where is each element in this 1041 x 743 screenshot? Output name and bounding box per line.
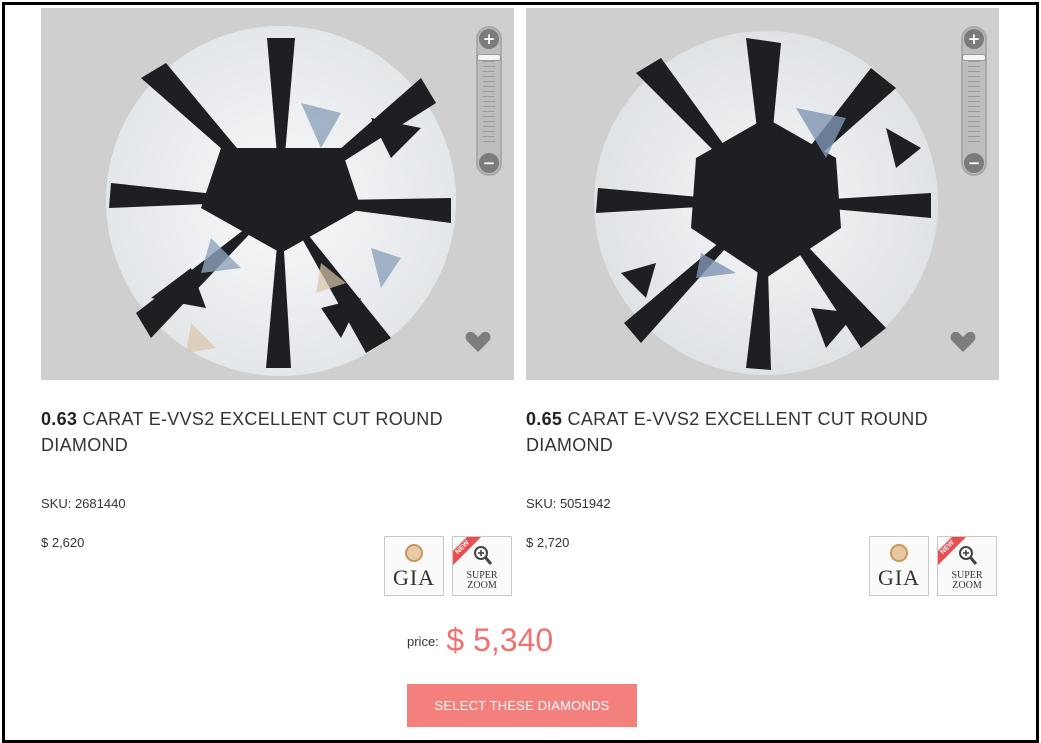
product-title-text: CARAT E-VVS2 EXCELLENT CUT ROUND DIAMOND	[41, 409, 443, 455]
super-zoom-button[interactable]: NEW SUPER ZOOM	[452, 536, 512, 596]
zoom-label: ZOOM	[467, 580, 497, 591]
product-badges-2: GIA NEW SUPER ZOOM	[869, 536, 1001, 598]
zoom-handle[interactable]	[477, 54, 501, 61]
product-carat: 0.65	[526, 409, 563, 429]
zoom-in-button[interactable]: +	[479, 29, 499, 49]
zoom-track[interactable]	[483, 56, 495, 146]
gia-seal-icon	[405, 544, 423, 562]
product-carat: 0.63	[41, 409, 78, 429]
product-title[interactable]: 0.63 CARAT E-VVS2 EXCELLENT CUT ROUND DI…	[41, 406, 514, 458]
zoom-slider[interactable]: + −	[961, 26, 987, 176]
product-badges-1: GIA NEW SUPER ZOOM	[384, 536, 516, 598]
magnifier-plus-icon	[474, 546, 493, 565]
select-diamonds-button[interactable]: SELECT THESE DIAMONDS	[407, 684, 637, 727]
zoom-slider[interactable]: + −	[476, 26, 502, 176]
diamond-image[interactable]: + −	[41, 8, 514, 380]
product-title-text: CARAT E-VVS2 EXCELLENT CUT ROUND DIAMOND	[526, 409, 928, 455]
zoom-out-button[interactable]: −	[964, 153, 984, 173]
product-card-2[interactable]: + − 0.65 CARAT E-VVS2 EXCELLENT CUT ROUN…	[526, 8, 999, 550]
gia-seal-icon	[890, 544, 908, 562]
gia-certificate-button[interactable]: GIA	[869, 536, 929, 596]
total-price-amount: $ 5,340	[446, 622, 554, 658]
gia-certificate-button[interactable]: GIA	[384, 536, 444, 596]
zoom-handle[interactable]	[962, 54, 986, 61]
heart-icon[interactable]	[464, 330, 492, 354]
zoom-label: ZOOM	[952, 580, 982, 591]
zoom-track[interactable]	[968, 56, 980, 146]
diamond-image[interactable]: + −	[526, 8, 999, 380]
product-title[interactable]: 0.65 CARAT E-VVS2 EXCELLENT CUT ROUND DI…	[526, 406, 999, 458]
zoom-in-button[interactable]: +	[964, 29, 984, 49]
product-sku: SKU: 5051942	[526, 496, 611, 511]
total-price: price: $ 5,340	[407, 622, 553, 659]
product-card-1[interactable]: + − 0.63 CARAT E-VVS2 EXCELLENT CUT ROUN…	[41, 8, 514, 550]
heart-icon[interactable]	[949, 330, 977, 354]
gia-label: GIA	[877, 565, 921, 590]
magnifier-plus-icon	[959, 546, 978, 565]
super-zoom-button[interactable]: NEW SUPER ZOOM	[937, 536, 997, 596]
product-sku: SKU: 2681440	[41, 496, 126, 511]
gia-label: GIA	[392, 565, 436, 590]
total-price-label: price:	[407, 634, 439, 649]
zoom-out-button[interactable]: −	[479, 153, 499, 173]
